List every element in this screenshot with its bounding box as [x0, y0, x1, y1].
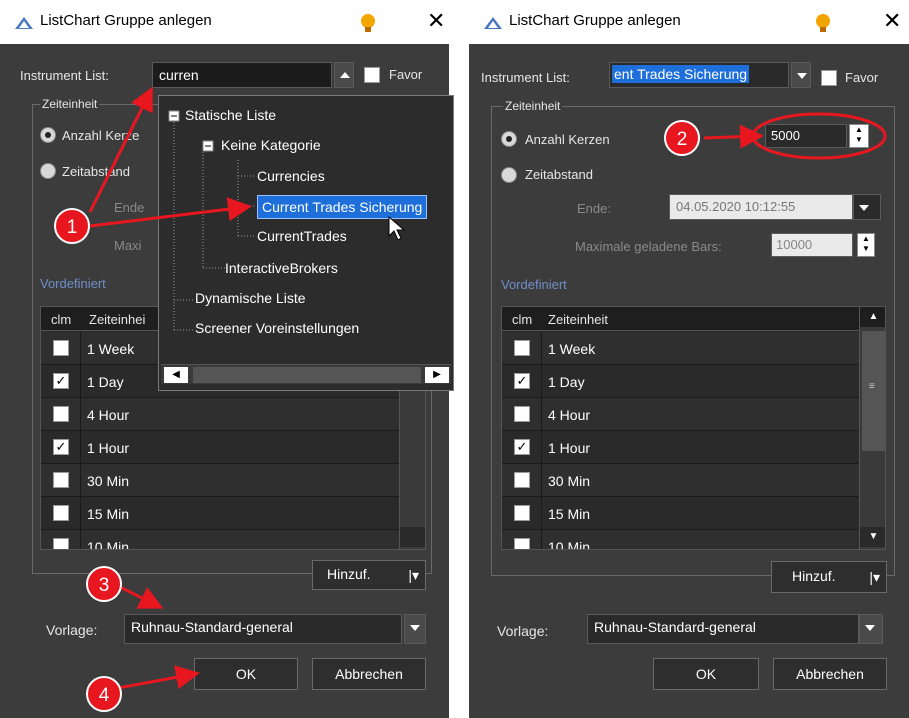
annotation-marker-1: 1	[54, 208, 90, 244]
annotation-marker-4: 4	[86, 676, 122, 712]
annotation-arrows	[88, 86, 887, 690]
annotation-marker-2: 2	[664, 120, 700, 156]
annotation-marker-3: 3	[86, 566, 122, 602]
